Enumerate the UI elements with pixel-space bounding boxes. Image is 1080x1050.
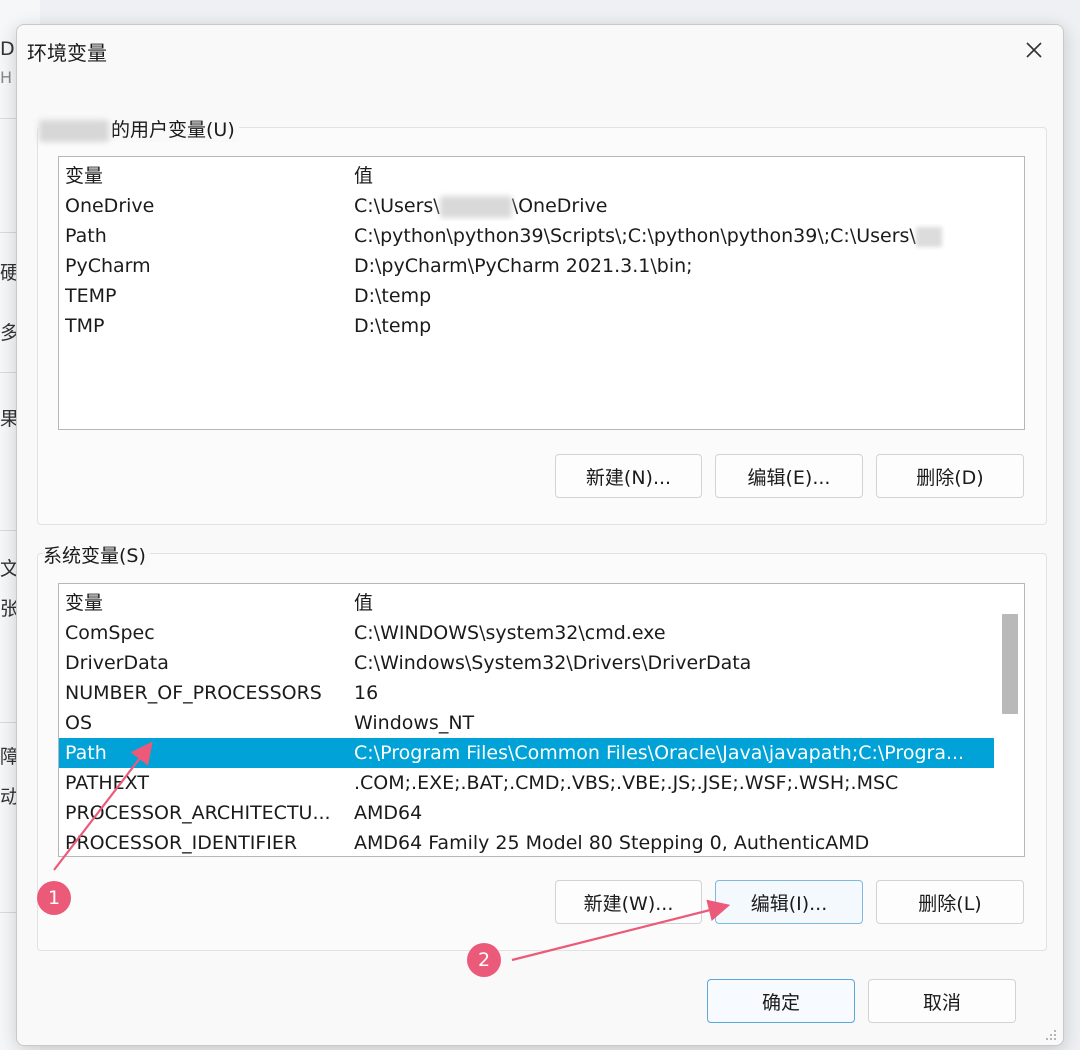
environment-variables-dialog: 环境变量 的用户变量(U) 变量 值 OneDrive C:\Users\ \On…	[16, 24, 1064, 1046]
variable-name: PROCESSOR_IDENTIFIER	[65, 832, 298, 854]
value-part: \OneDrive	[511, 195, 608, 217]
user-variables-list[interactable]: 变量 值 OneDrive C:\Users\ \OneDrive Path C:…	[58, 156, 1025, 430]
user-edit-button[interactable]: 编辑(E)...	[715, 454, 863, 498]
variable-name: Path	[65, 225, 107, 247]
list-header: 变量 值	[59, 588, 1024, 618]
variable-name: TEMP	[65, 285, 117, 307]
variable-value: AMD64	[354, 802, 423, 824]
variable-name: Path	[65, 742, 107, 764]
variable-value: C:\Program Files\Common Files\Oracle\Jav…	[354, 742, 964, 764]
variable-value: C:\Windows\System32\Drivers\DriverData	[354, 652, 752, 674]
list-item[interactable]: ComSpec C:\WINDOWS\system32\cmd.exe	[59, 618, 1024, 648]
list-item[interactable]: OneDrive C:\Users\ \OneDrive	[59, 191, 1024, 221]
variable-name: PyCharm	[65, 255, 151, 277]
list-item[interactable]: NUMBER_OF_PROCESSORS 16	[59, 678, 1024, 708]
redacted-text	[439, 195, 512, 218]
system-delete-button[interactable]: 删除(L)	[876, 880, 1024, 924]
variable-name: DriverData	[65, 652, 169, 674]
value-part: C:\Users\	[354, 195, 440, 217]
dialog-title: 环境变量	[27, 41, 107, 65]
system-new-button[interactable]: 新建(W)...	[555, 880, 702, 924]
resize-grip-icon[interactable]	[1043, 1027, 1057, 1041]
list-item[interactable]: TEMP D:\temp	[59, 281, 1024, 311]
variable-name: TMP	[65, 315, 105, 337]
variable-name: NUMBER_OF_PROCESSORS	[65, 682, 322, 704]
variable-name: OS	[65, 712, 93, 734]
system-variables-list[interactable]: 变量 值 ComSpec C:\WINDOWS\system32\cmd.exe…	[58, 583, 1025, 857]
step-badge-2: 2	[467, 943, 501, 977]
list-item[interactable]: DriverData C:\Windows\System32\Drivers\D…	[59, 648, 1024, 678]
list-item[interactable]: PROCESSOR_IDENTIFIER AMD64 Family 25 Mod…	[59, 828, 1024, 856]
list-item[interactable]: PATHEXT .COM;.EXE;.BAT;.CMD;.VBS;.VBE;.J…	[59, 768, 1024, 798]
variable-value: D:\temp	[354, 315, 432, 337]
header-value[interactable]: 值	[354, 588, 1020, 618]
variable-value: D:\temp	[354, 285, 432, 307]
variable-name: PATHEXT	[65, 772, 149, 794]
user-variables-title: 的用户变量(U)	[39, 115, 239, 142]
list-item[interactable]: PROCESSOR_ARCHITECTU... AMD64	[59, 798, 1024, 828]
scrollbar-thumb[interactable]	[1002, 614, 1018, 714]
redacted-text	[915, 226, 942, 247]
close-icon	[1026, 42, 1042, 58]
variable-value: C:\WINDOWS\system32\cmd.exe	[354, 622, 666, 644]
list-item[interactable]: OS Windows_NT	[59, 708, 1024, 738]
variable-value: 16	[354, 682, 379, 704]
list-item[interactable]: Path C:\python\python39\Scripts\;C:\pyth…	[59, 221, 1024, 251]
redacted-username	[39, 119, 109, 142]
close-button[interactable]	[1015, 33, 1053, 67]
list-item[interactable]: TMP D:\temp	[59, 311, 1024, 341]
ok-button[interactable]: 确定	[707, 979, 855, 1023]
user-delete-button[interactable]: 删除(D)	[876, 454, 1024, 498]
variable-name: PROCESSOR_ARCHITECTU...	[65, 802, 331, 824]
value-part: C:\python\python39\Scripts\;C:\python\py…	[354, 225, 916, 247]
variable-name: OneDrive	[65, 195, 155, 217]
variable-value: Windows_NT	[354, 712, 475, 734]
list-item-selected[interactable]: Path C:\Program Files\Common Files\Oracl…	[59, 738, 994, 768]
header-variable[interactable]: 变量	[65, 588, 345, 618]
list-item[interactable]: PyCharm D:\pyCharm\PyCharm 2021.3.1\bin;	[59, 251, 1024, 281]
system-edit-button[interactable]: 编辑(I)...	[715, 880, 863, 924]
variable-value: AMD64 Family 25 Model 80 Stepping 0, Aut…	[354, 832, 870, 854]
list-header: 变量 值	[59, 161, 1024, 191]
cancel-button[interactable]: 取消	[868, 979, 1016, 1023]
vertical-scrollbar[interactable]	[1002, 614, 1018, 714]
step-badge-1: 1	[37, 881, 71, 915]
user-new-button[interactable]: 新建(N)...	[555, 454, 702, 498]
variable-value: D:\pyCharm\PyCharm 2021.3.1\bin;	[354, 255, 693, 277]
variable-value: .COM;.EXE;.BAT;.CMD;.VBS;.VBE;.JS;.JSE;.…	[354, 772, 899, 794]
variable-value: C:\Users\ \OneDrive	[354, 191, 1020, 221]
header-variable[interactable]: 变量	[65, 161, 345, 191]
user-variables-label: 的用户变量(U)	[111, 119, 235, 141]
variable-name: ComSpec	[65, 622, 155, 644]
header-value[interactable]: 值	[354, 161, 1020, 191]
system-variables-title: 系统变量(S)	[43, 541, 150, 568]
variable-value: C:\python\python39\Scripts\;C:\python\py…	[354, 221, 1020, 251]
